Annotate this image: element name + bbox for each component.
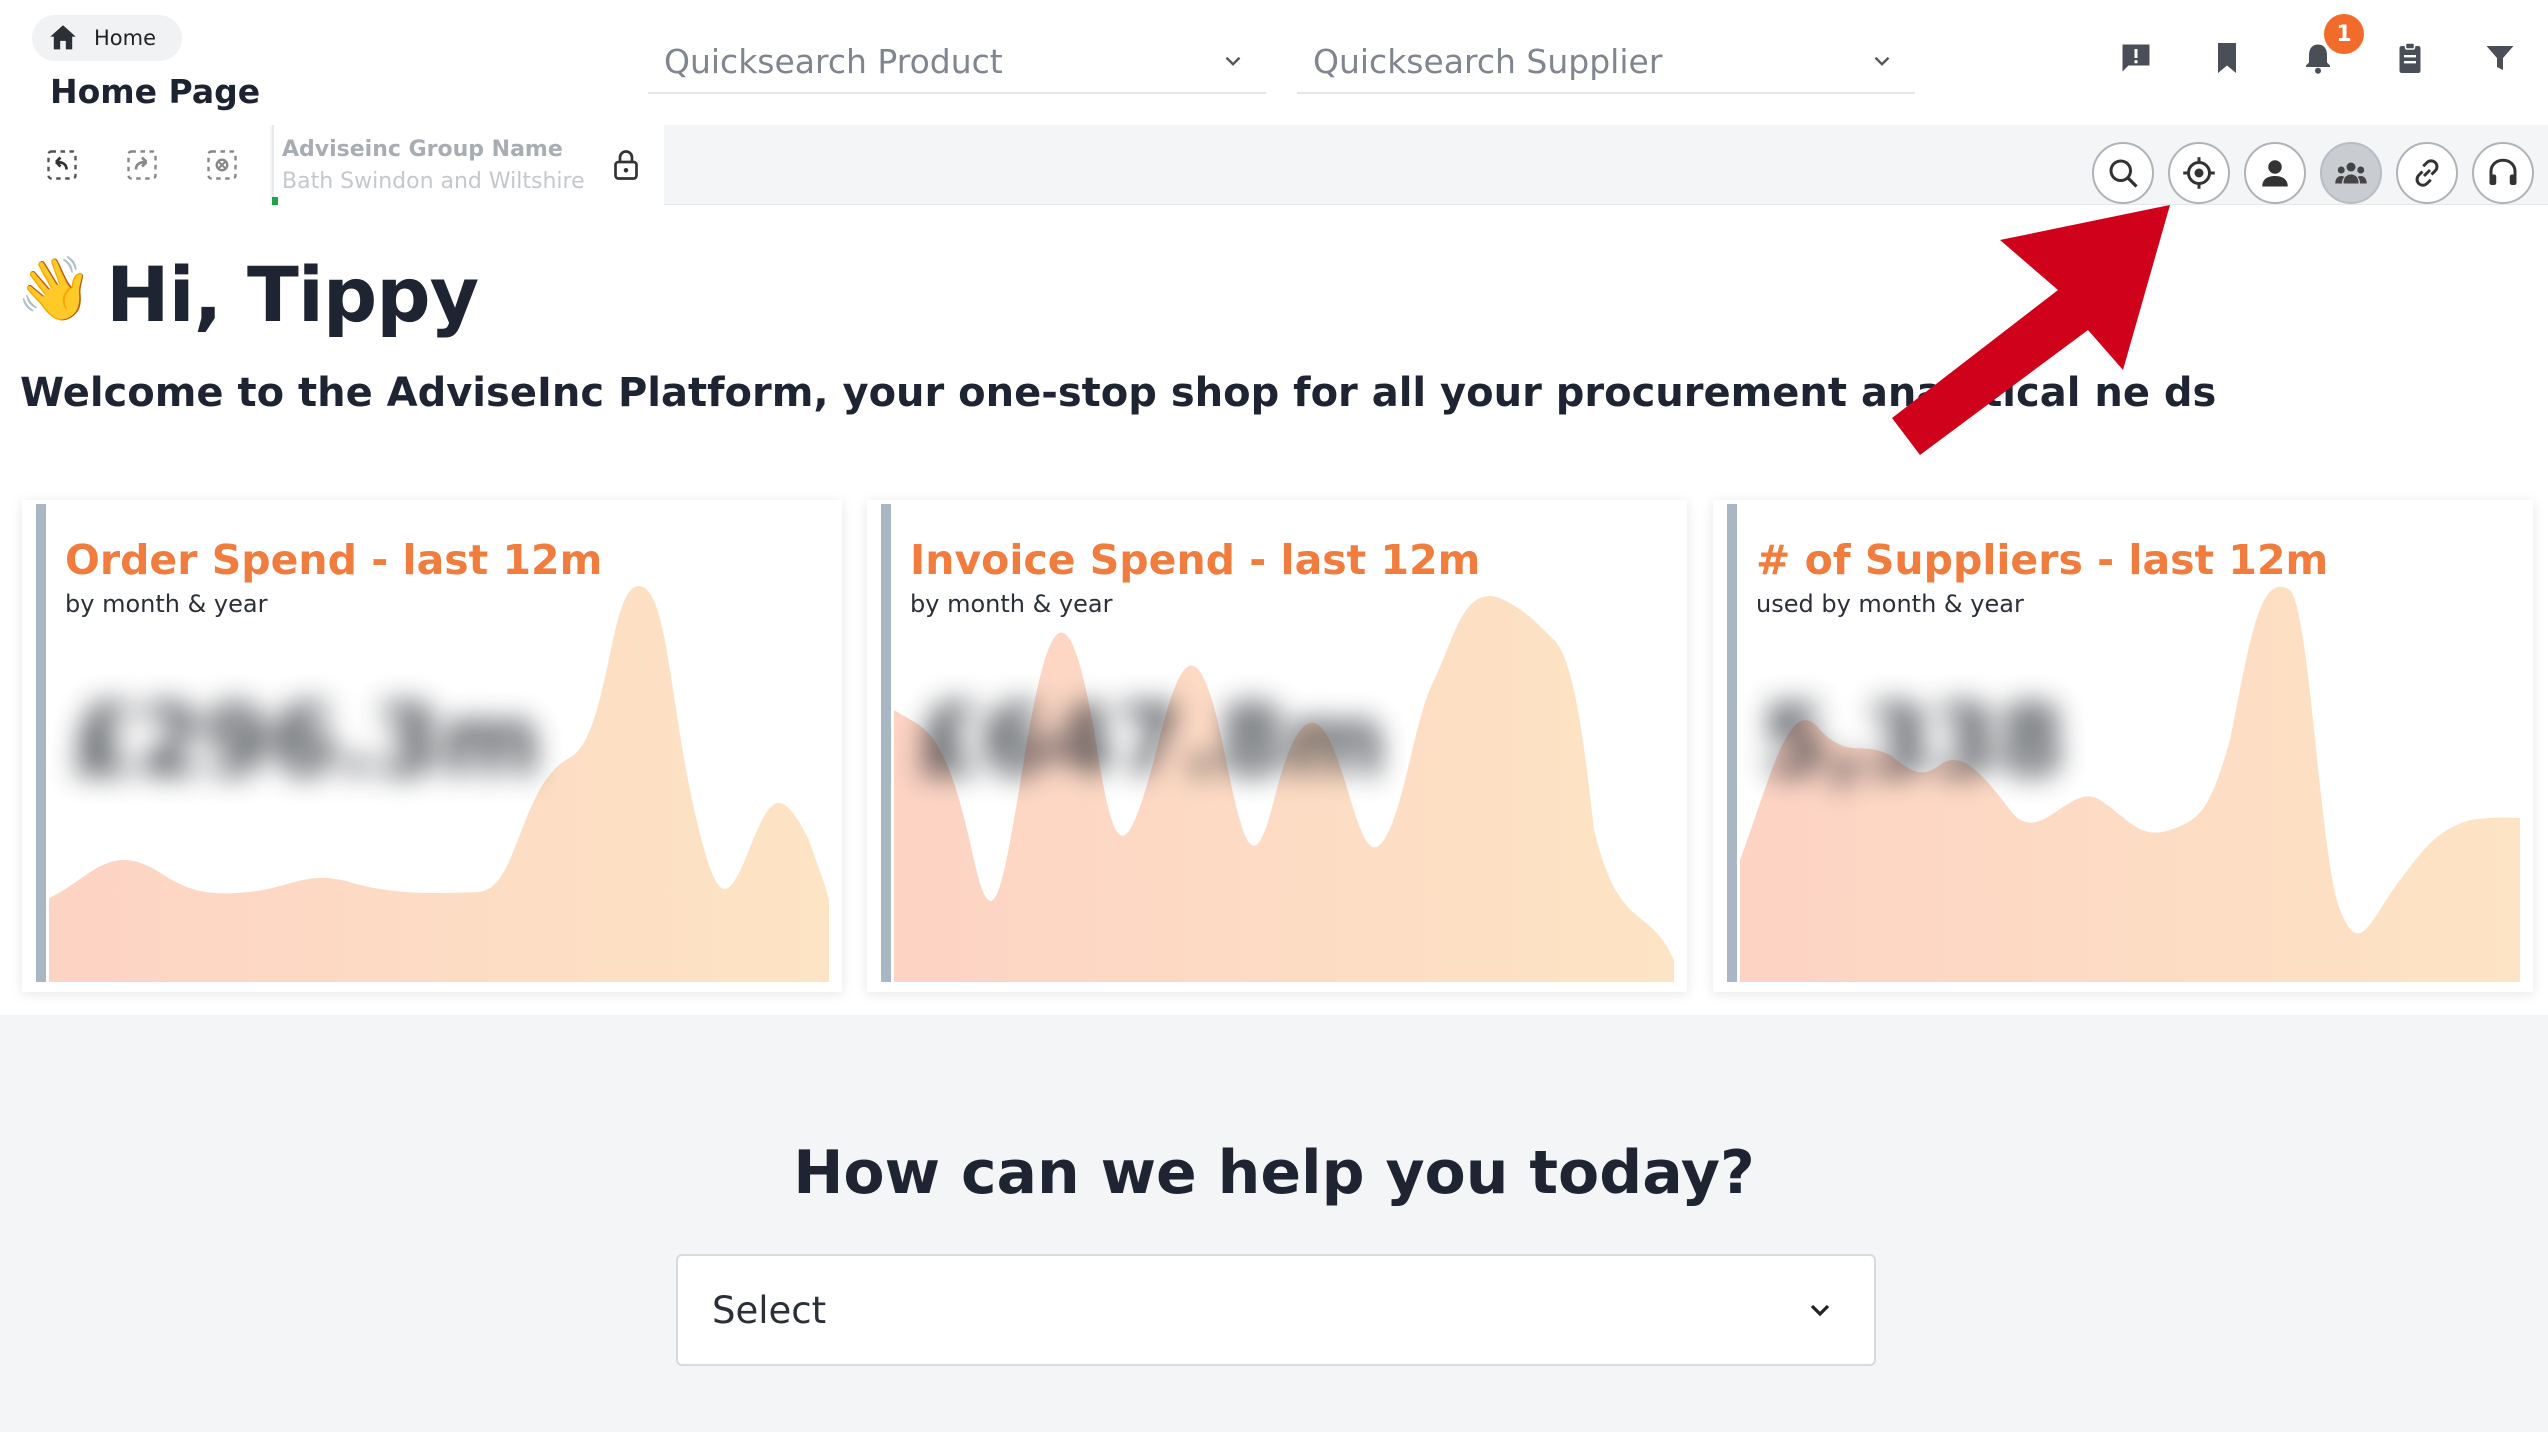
headset-icon[interactable] xyxy=(2472,142,2534,204)
chevron-down-icon[interactable] xyxy=(1804,1294,1836,1326)
card-title: # of Suppliers - last 12m xyxy=(1756,536,2329,584)
lock-icon[interactable] xyxy=(608,147,644,183)
clear-icon[interactable] xyxy=(202,145,242,185)
group-selector[interactable]: Adviseinc Group Name Bath Swindon and Wi… xyxy=(272,125,664,205)
card-metric-blurred: £647.8m xyxy=(915,685,1386,797)
card-subtitle: by month & year xyxy=(910,590,1113,618)
clipboard-icon[interactable] xyxy=(2390,38,2430,78)
annotation-arrow-icon xyxy=(1892,205,2170,455)
quicksearch-supplier[interactable] xyxy=(1297,30,1915,94)
wave-emoji: 👋 xyxy=(16,252,94,325)
help-section xyxy=(0,1015,2548,1432)
top-header: Home Home Page 1 xyxy=(0,0,2548,125)
target-icon[interactable] xyxy=(2168,142,2230,204)
breadcrumb[interactable]: Home xyxy=(32,15,183,61)
help-select-value: Select xyxy=(712,1288,827,1332)
help-title: How can we help you today? xyxy=(793,1138,1755,1208)
person-icon[interactable] xyxy=(2244,142,2306,204)
notification-badge: 1 xyxy=(2324,14,2364,54)
card-title: Order Spend - last 12m xyxy=(65,536,603,584)
kpi-card-suppliers[interactable]: # of Suppliers - last 12m used by month … xyxy=(1713,500,2533,992)
kpi-card-invoice-spend[interactable]: Invoice Spend - last 12m by month & year… xyxy=(867,500,1687,992)
kpi-card-order-spend[interactable]: Order Spend - last 12m by month & year £… xyxy=(22,500,842,992)
active-indicator xyxy=(272,197,278,205)
history-controls xyxy=(0,125,270,205)
card-title: Invoice Spend - last 12m xyxy=(910,536,1481,584)
group-name: Adviseinc Group Name xyxy=(282,137,563,162)
card-subtitle: by month & year xyxy=(65,590,268,618)
card-metric-blurred: £296.3m xyxy=(70,685,541,797)
redo-icon[interactable] xyxy=(122,145,162,185)
card-subtitle: used by month & year xyxy=(1756,590,2024,618)
card-accent xyxy=(1727,504,1737,982)
feedback-icon[interactable] xyxy=(2116,38,2156,78)
quicksearch-product-input[interactable] xyxy=(664,41,1184,81)
bookmark-icon[interactable] xyxy=(2207,38,2247,78)
breadcrumb-home[interactable]: Home xyxy=(94,26,156,50)
filter-icon[interactable] xyxy=(2480,38,2520,78)
home-icon xyxy=(50,25,76,50)
chevron-down-icon[interactable] xyxy=(1220,48,1246,74)
chevron-down-icon[interactable] xyxy=(1869,48,1895,74)
undo-icon[interactable] xyxy=(42,145,82,185)
page-title: Home Page xyxy=(50,72,261,111)
quicksearch-product[interactable] xyxy=(648,30,1266,94)
quicksearch-supplier-input[interactable] xyxy=(1313,41,1833,81)
card-accent xyxy=(881,504,891,982)
greeting-title: Hi, Tippy xyxy=(106,250,479,339)
help-select[interactable]: Select xyxy=(676,1254,1876,1366)
link-icon[interactable] xyxy=(2396,142,2458,204)
card-metric-blurred: 5,338 xyxy=(1761,685,2065,797)
context-toolbar: Adviseinc Group Name Bath Swindon and Wi… xyxy=(0,125,2548,205)
group-icon[interactable] xyxy=(2320,142,2382,204)
search-icon[interactable] xyxy=(2092,142,2154,204)
group-subname: Bath Swindon and Wiltshire xyxy=(282,169,585,194)
card-accent xyxy=(36,504,46,982)
